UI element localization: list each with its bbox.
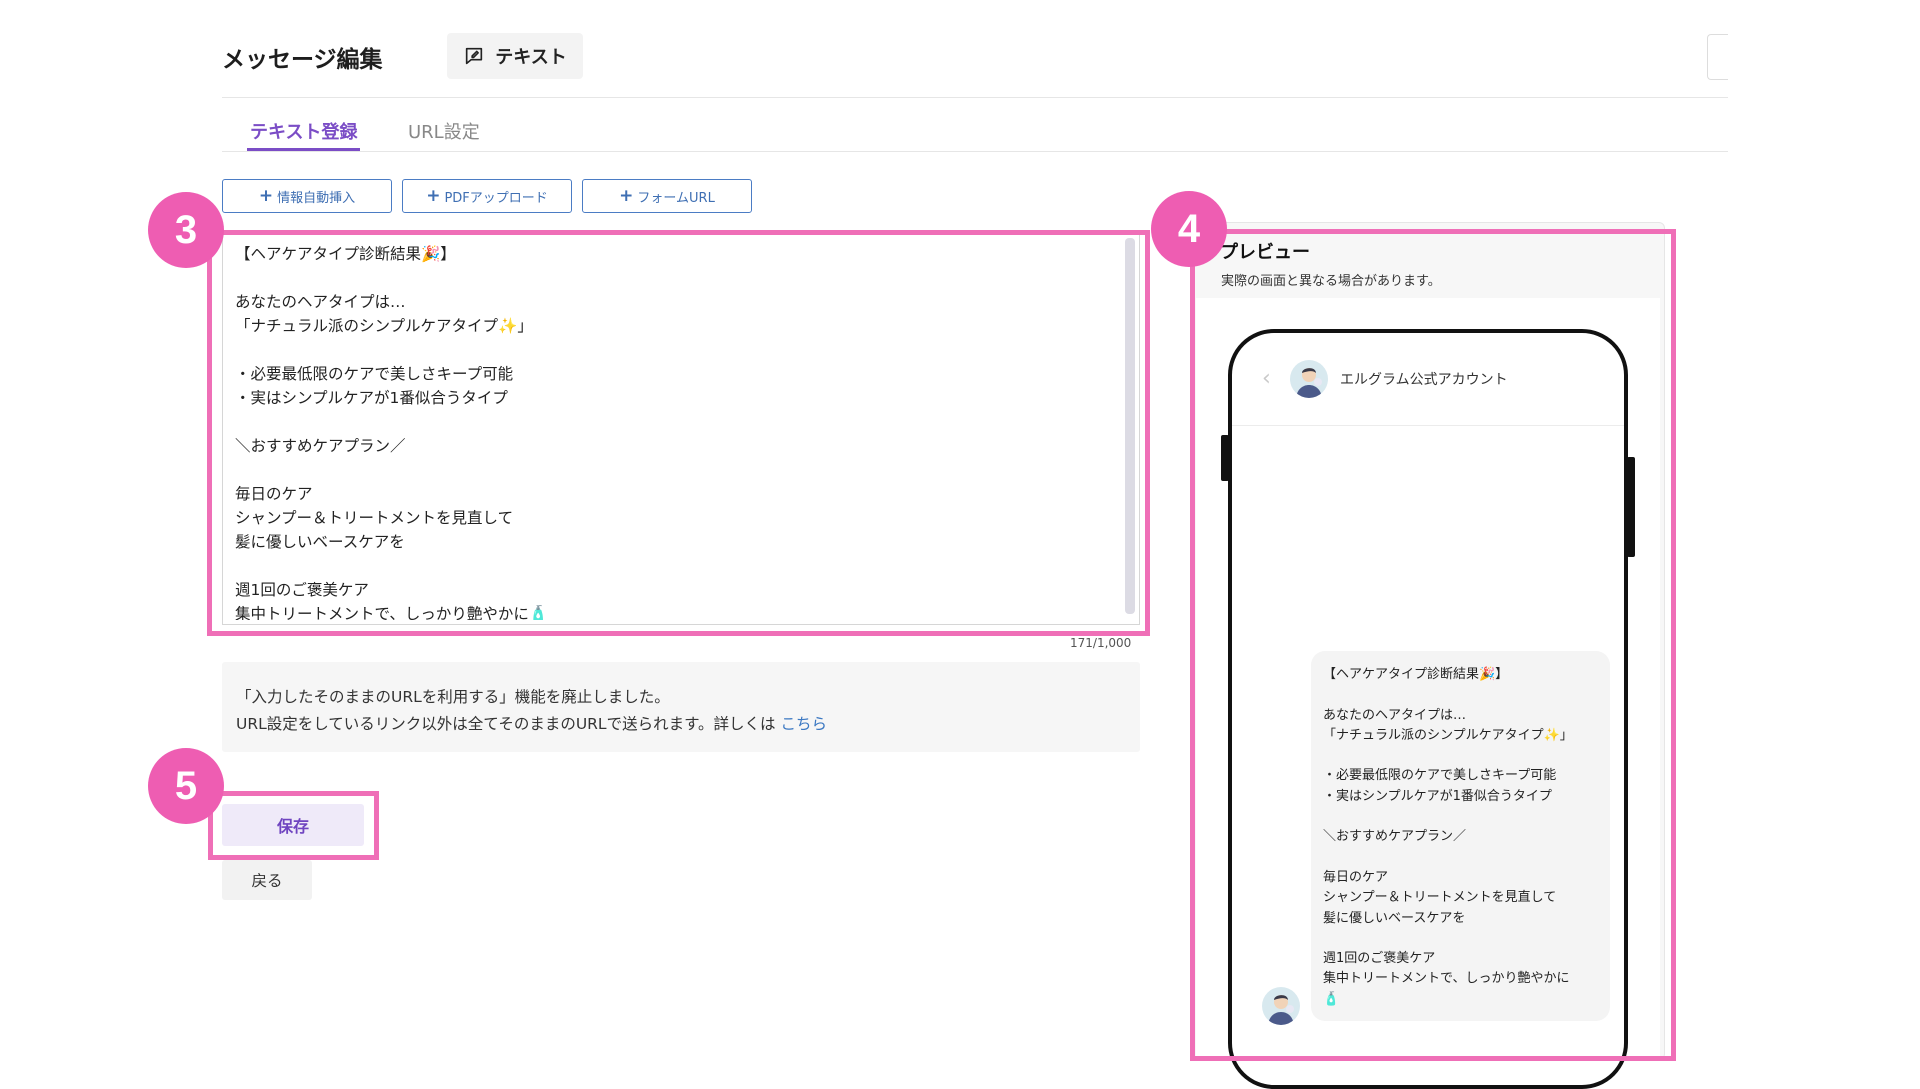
notice-line-2-text: URL設定をしているリンク以外は全てそのままのURLで送られます。詳しくは (236, 715, 776, 733)
plus-icon: + (426, 186, 441, 206)
header-action-edge[interactable] (1707, 34, 1728, 80)
details-link[interactable]: こちら (780, 715, 827, 733)
insert-info-label: 情報自動挿入 (277, 190, 356, 206)
back-button[interactable]: 戻る (222, 860, 312, 900)
insert-info-button[interactable]: + 情報自動挿入 (222, 179, 392, 213)
highlight-editor (207, 230, 1150, 636)
character-counter: 171/1,000 (1070, 636, 1132, 650)
highlight-save (208, 791, 379, 860)
notice-line-1: 「入力したそのままのURLを利用する」機能を廃止しました。 (236, 688, 670, 706)
form-url-label: フォームURL (637, 190, 715, 206)
notice-box: 「入力したそのままのURLを利用する」機能を廃止しました。 URL設定をしている… (222, 662, 1140, 752)
tabs-divider (222, 151, 1728, 152)
annotation-marker-5: 5 (148, 748, 224, 824)
message-type-badge: テキスト (447, 33, 583, 79)
notice-line-2: URL設定をしているリンク以外は全てそのままのURLで送られます。詳しくは こち… (236, 711, 1126, 738)
page-title: メッセージ編集 (222, 47, 383, 73)
annotation-marker-3: 3 (148, 192, 224, 268)
chat-bubble-edit-icon (466, 47, 483, 65)
message-type-label: テキスト (495, 47, 567, 68)
tab-url-settings[interactable]: URL設定 (408, 118, 480, 148)
tab-text-register[interactable]: テキスト登録 (250, 118, 357, 148)
pdf-upload-button[interactable]: + PDFアップロード (402, 179, 572, 213)
annotation-marker-4: 4 (1151, 191, 1227, 267)
pdf-upload-label: PDFアップロード (444, 190, 548, 206)
plus-icon: + (619, 186, 634, 206)
plus-icon: + (258, 186, 274, 206)
header-divider (222, 97, 1728, 98)
highlight-preview (1190, 229, 1676, 1061)
form-url-button[interactable]: + フォームURL (582, 179, 752, 213)
